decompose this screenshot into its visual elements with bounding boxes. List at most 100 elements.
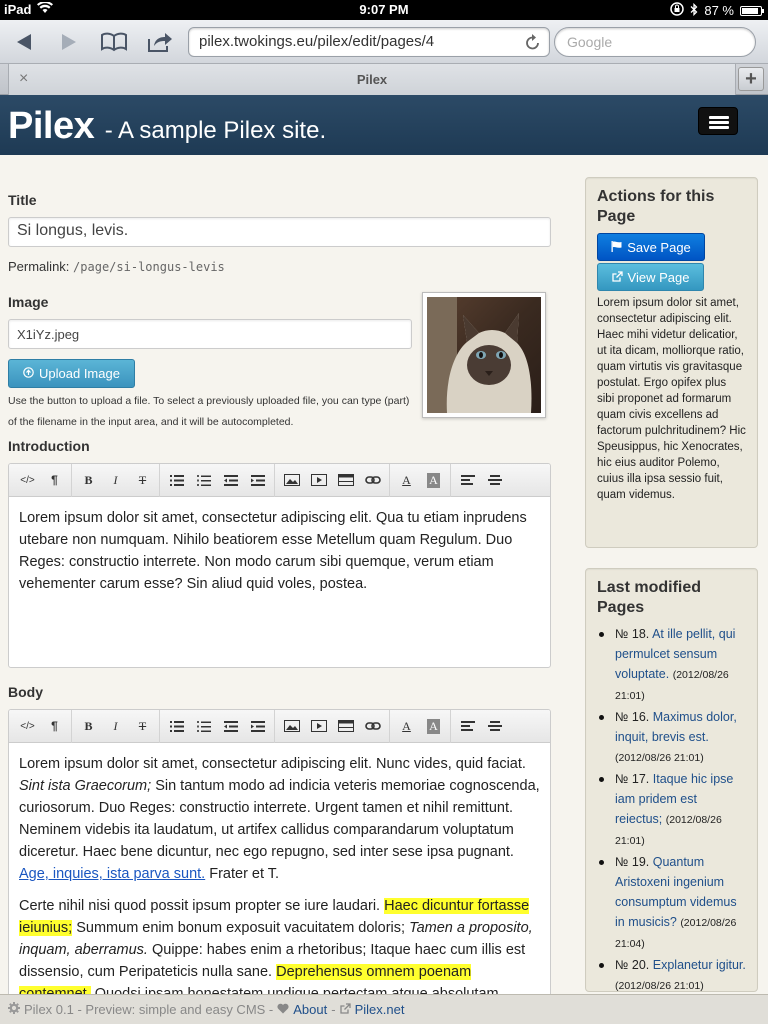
paragraph-format-button[interactable]: ¶ xyxy=(41,468,68,492)
table-icon[interactable] xyxy=(332,714,359,738)
image-icon[interactable] xyxy=(278,714,305,738)
paragraph-format-button[interactable]: ¶ xyxy=(41,714,68,738)
page-date: (2012/08/26 21:01) xyxy=(615,980,704,992)
list-item: № 20. Explanetur igitur. (2012/08/26 21:… xyxy=(597,955,746,992)
page-number: № 20. xyxy=(615,958,650,972)
upload-label: Upload Image xyxy=(39,366,120,381)
horizontal-rule-icon[interactable] xyxy=(481,714,508,738)
actions-description: Lorem ipsum dolor sit amet, consectetur … xyxy=(597,297,746,501)
editor-toolbar: </> ¶ B I T A A xyxy=(9,464,550,497)
recent-page-link[interactable]: Explanetur igitur. xyxy=(653,958,746,972)
site-header: Pilex - A sample Pilex site. xyxy=(0,95,768,155)
bold-button[interactable]: B xyxy=(75,468,102,492)
horizontal-rule-icon[interactable] xyxy=(481,468,508,492)
tab-bar: × Pilex + xyxy=(0,64,768,95)
tab-pilex[interactable]: × Pilex xyxy=(8,64,736,95)
actions-title: Actions for this Page xyxy=(597,188,715,225)
background-color-glyph: A xyxy=(427,718,440,734)
share-icon[interactable] xyxy=(146,28,174,56)
italic-button[interactable]: I xyxy=(102,714,129,738)
pilex-net-link[interactable]: Pilex.net xyxy=(355,1002,405,1017)
strikethrough-button[interactable]: T xyxy=(129,468,156,492)
body-text: Lorem ipsum dolor sit amet, consectetur … xyxy=(19,756,526,772)
page-number: № 16. xyxy=(615,710,650,724)
view-page-button[interactable]: View Page xyxy=(597,263,704,291)
forward-icon[interactable] xyxy=(55,28,83,56)
permalink-value: /page/si-longus-levis xyxy=(73,260,225,274)
body-paragraph-2: Certe nihil nisi quod possit ipsum propt… xyxy=(19,895,540,998)
italic-button[interactable]: I xyxy=(102,468,129,492)
html-source-button[interactable]: </> xyxy=(14,714,41,738)
html-source-button[interactable]: </> xyxy=(14,468,41,492)
actions-panel: Actions for this Page Save Page View Pag… xyxy=(585,177,758,548)
link-icon[interactable] xyxy=(359,468,386,492)
body-content[interactable]: Lorem ipsum dolor sit amet, consectetur … xyxy=(9,743,550,998)
font-color-button[interactable]: A xyxy=(393,468,420,492)
list-item: № 16. Maximus dolor, inquit, brevis est.… xyxy=(597,707,746,768)
indent-icon[interactable] xyxy=(244,714,271,738)
background-color-button[interactable]: A xyxy=(420,468,447,492)
about-link[interactable]: About xyxy=(293,1002,327,1017)
body-text: Frater et T. xyxy=(205,866,280,882)
recent-pages-title: Last modified Pages xyxy=(597,579,702,616)
brand[interactable]: Pilex - A sample Pilex site. xyxy=(8,105,326,148)
unordered-list-icon[interactable] xyxy=(163,468,190,492)
external-link-icon xyxy=(339,1002,351,1017)
image-thumbnail[interactable] xyxy=(422,292,546,418)
page-number: № 18. xyxy=(615,627,650,641)
reload-icon[interactable] xyxy=(525,33,541,55)
font-color-button[interactable]: A xyxy=(393,714,420,738)
recent-pages-list: № 18. At ille pellit, qui permulcet sens… xyxy=(597,624,746,992)
video-icon[interactable] xyxy=(305,714,332,738)
upload-image-button[interactable]: Upload Image xyxy=(8,359,135,388)
bold-button[interactable]: B xyxy=(75,714,102,738)
indent-icon[interactable] xyxy=(244,468,271,492)
ordered-list-icon[interactable] xyxy=(190,468,217,492)
align-left-icon[interactable] xyxy=(454,468,481,492)
upload-icon xyxy=(23,366,34,381)
table-icon[interactable] xyxy=(332,468,359,492)
title-input[interactable]: Si longus, levis. xyxy=(8,217,551,247)
body-link[interactable]: Age, inquies, ista parva sunt. xyxy=(19,866,205,882)
site-name: Pilex xyxy=(8,105,95,147)
link-icon[interactable] xyxy=(359,714,386,738)
back-icon[interactable] xyxy=(10,28,38,56)
strikethrough-button[interactable]: T xyxy=(129,714,156,738)
permalink-label: Permalink: xyxy=(8,259,70,274)
bookmarks-icon[interactable] xyxy=(100,28,128,56)
ordered-list-icon[interactable] xyxy=(190,714,217,738)
status-bar: iPad 9:07 PM 87 % xyxy=(0,0,768,20)
body-editor: </> ¶ B I T A A Lorem ipsum dolor sit am… xyxy=(8,709,551,999)
align-left-icon[interactable] xyxy=(454,714,481,738)
list-item: № 19. Quantum Aristoxeni ingenium consum… xyxy=(597,852,746,954)
new-tab-button[interactable]: + xyxy=(738,67,764,91)
outdent-icon[interactable] xyxy=(217,468,244,492)
search-placeholder: Google xyxy=(567,34,613,50)
introduction-content[interactable]: Lorem ipsum dolor sit amet, consectetur … xyxy=(9,497,550,615)
image-input-value: X1iYz.jpeg xyxy=(17,327,80,342)
image-icon[interactable] xyxy=(278,468,305,492)
introduction-text: Lorem ipsum dolor sit amet, consectetur … xyxy=(19,510,527,592)
save-page-button[interactable]: Save Page xyxy=(597,233,705,261)
unordered-list-icon[interactable] xyxy=(163,714,190,738)
url-text: pilex.twokings.eu/pilex/edit/pages/4 xyxy=(199,33,435,50)
search-field[interactable]: Google xyxy=(554,27,756,57)
body-text: Summum enim bonum exposuit vacuitatem do… xyxy=(72,920,410,936)
flag-icon xyxy=(611,240,622,255)
image-input[interactable]: X1iYz.jpeg xyxy=(8,319,412,349)
battery-icon xyxy=(740,5,764,16)
footer-separator: - xyxy=(331,1002,336,1017)
list-item: № 18. At ille pellit, qui permulcet sens… xyxy=(597,624,746,706)
address-bar[interactable]: pilex.twokings.eu/pilex/edit/pages/4 xyxy=(188,27,550,57)
page-number: № 17. xyxy=(615,772,650,786)
background-color-button[interactable]: A xyxy=(420,714,447,738)
menu-toggle-button[interactable] xyxy=(698,107,738,135)
outdent-icon[interactable] xyxy=(217,714,244,738)
site-tagline: - A sample Pilex site. xyxy=(104,117,327,144)
introduction-label: Introduction xyxy=(8,438,90,454)
body-paragraph-1: Lorem ipsum dolor sit amet, consectetur … xyxy=(19,753,540,885)
body-emphasis: Sint ista Graecorum; xyxy=(19,778,152,794)
video-icon[interactable] xyxy=(305,468,332,492)
body-text: Certe nihil nisi quod possit ipsum propt… xyxy=(19,898,385,914)
title-label: Title xyxy=(8,192,37,208)
